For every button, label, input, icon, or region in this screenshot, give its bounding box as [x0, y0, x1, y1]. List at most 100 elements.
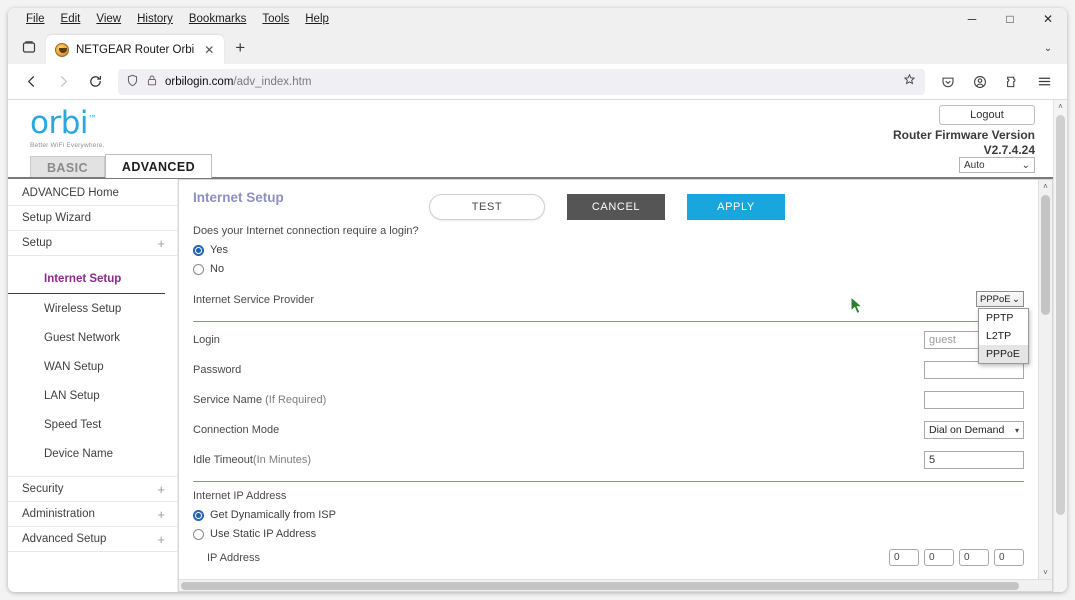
- isp-select[interactable]: PPPoE ⌄: [976, 291, 1024, 307]
- isp-option-pppoe[interactable]: PPPoE: [979, 345, 1028, 363]
- internet-ip-static[interactable]: Use Static IP Address: [193, 528, 1024, 540]
- shield-icon[interactable]: [126, 74, 139, 90]
- menu-help[interactable]: Help: [297, 11, 337, 27]
- idle-timeout-input[interactable]: 5: [924, 451, 1024, 469]
- sidebar-item-lan-setup[interactable]: LAN Setup: [8, 381, 177, 410]
- reload-button[interactable]: [80, 68, 110, 96]
- lock-icon[interactable]: [146, 74, 158, 90]
- app-menu-icon[interactable]: [1029, 68, 1059, 96]
- login-required-section: Does your Internet connection require a …: [193, 225, 1024, 275]
- sidebar: ADVANCED Home Setup Wizard Setup + Inter…: [8, 179, 178, 592]
- sidebar-item-label: Administration: [22, 508, 95, 520]
- firefox-view-icon[interactable]: [14, 33, 44, 61]
- maximize-button[interactable]: □: [991, 8, 1029, 30]
- language-select[interactable]: Auto ⌄: [959, 157, 1035, 173]
- login-required-no[interactable]: No: [193, 263, 1024, 275]
- radio-icon[interactable]: [193, 528, 204, 540]
- back-button[interactable]: [16, 68, 46, 96]
- scroll-down-arrow-icon[interactable]: ˅: [1039, 566, 1052, 579]
- tab-advanced[interactable]: ADVANCED: [104, 154, 213, 178]
- ip-octet-4[interactable]: 0: [994, 549, 1024, 566]
- sidebar-item-internet-setup[interactable]: Internet Setup: [8, 265, 165, 294]
- isp-select-wrap: PPPoE ⌄ PPTP L2TP PPPoE: [976, 291, 1029, 364]
- connection-mode-label: Connection Mode: [193, 424, 280, 436]
- toolbar-icon-group: [933, 68, 1059, 96]
- radio-label: Yes: [210, 244, 228, 256]
- sidebar-item-administration[interactable]: Administration +: [8, 502, 177, 527]
- page-vertical-scrollbar[interactable]: ˄: [1053, 100, 1067, 592]
- apply-button[interactable]: APPLY: [687, 194, 785, 220]
- bookmark-star-icon[interactable]: [903, 73, 916, 89]
- radio-icon[interactable]: [193, 263, 204, 275]
- service-name-input[interactable]: [924, 391, 1024, 409]
- service-name-label-main: Service Name: [193, 394, 266, 406]
- content-vertical-scrollbar[interactable]: ˄ ˅: [1038, 180, 1052, 579]
- sidebar-item-setup[interactable]: Setup +: [8, 231, 177, 256]
- language-select-value: Auto: [964, 159, 985, 171]
- tab-close-icon[interactable]: ✕: [201, 42, 217, 58]
- connection-mode-wrap: Dial on Demand ▾: [924, 421, 1024, 439]
- content-horizontal-scrollbar[interactable]: [179, 579, 1052, 591]
- chevron-down-icon: ⌄: [1021, 159, 1030, 171]
- password-label: Password: [193, 364, 242, 376]
- content-frame: Internet Setup TEST CANCEL APPLY Does yo…: [178, 179, 1053, 592]
- isp-option-l2tp[interactable]: L2TP: [979, 327, 1028, 345]
- radio-label: No: [210, 263, 225, 275]
- internet-setup-form: Internet Setup TEST CANCEL APPLY Does yo…: [179, 180, 1038, 579]
- menu-file[interactable]: File: [18, 11, 53, 27]
- ip-octet-2[interactable]: 0: [924, 549, 954, 566]
- menu-tools[interactable]: Tools: [254, 11, 297, 27]
- menu-view[interactable]: View: [88, 11, 129, 27]
- scrollbar-thumb[interactable]: [1056, 115, 1065, 515]
- sidebar-item-wireless-setup[interactable]: Wireless Setup: [8, 294, 177, 323]
- pocket-icon[interactable]: [933, 68, 963, 96]
- connection-mode-select[interactable]: Dial on Demand ▾: [924, 421, 1024, 439]
- chevron-down-icon: ▾: [1014, 425, 1019, 435]
- scroll-up-arrow-icon[interactable]: ˄: [1039, 180, 1052, 193]
- tab-basic[interactable]: BASIC: [30, 156, 105, 178]
- browser-tab[interactable]: NETGEAR Router Orbi ✕: [46, 35, 225, 64]
- action-button-row: TEST CANCEL APPLY: [429, 194, 785, 220]
- idle-timeout-label-main: Idle Timeout: [193, 454, 253, 466]
- ip-octet-3[interactable]: 0: [959, 549, 989, 566]
- sidebar-item-guest-network[interactable]: Guest Network: [8, 323, 177, 352]
- minimize-button[interactable]: ─: [953, 8, 991, 30]
- test-button[interactable]: TEST: [429, 194, 545, 220]
- menu-edit[interactable]: Edit: [53, 11, 89, 27]
- radio-icon[interactable]: [193, 244, 204, 256]
- logout-button[interactable]: Logout: [939, 105, 1035, 125]
- forward-button[interactable]: [48, 68, 78, 96]
- sidebar-item-device-name[interactable]: Device Name: [8, 439, 177, 468]
- radio-icon[interactable]: [193, 509, 204, 521]
- orbi-logo-text: orbi™: [30, 108, 105, 139]
- close-button[interactable]: ✕: [1029, 8, 1067, 30]
- sidebar-item-setup-wizard[interactable]: Setup Wizard: [8, 206, 177, 231]
- service-name-label-sub: (If Required): [265, 394, 327, 406]
- cancel-button[interactable]: CANCEL: [567, 194, 665, 220]
- menu-bookmarks[interactable]: Bookmarks: [181, 11, 255, 27]
- menu-history[interactable]: History: [129, 11, 181, 27]
- sidebar-item-security[interactable]: Security +: [8, 477, 177, 502]
- login-required-yes[interactable]: Yes: [193, 244, 1024, 256]
- internet-ip-dynamic[interactable]: Get Dynamically from ISP: [193, 509, 1024, 521]
- list-all-tabs-icon[interactable]: ⌄: [1035, 36, 1061, 60]
- scrollbar-thumb[interactable]: [1041, 195, 1050, 315]
- account-icon[interactable]: [965, 68, 995, 96]
- service-name-label: Service Name (If Required): [193, 394, 326, 406]
- extensions-icon[interactable]: [997, 68, 1027, 96]
- sidebar-item-wan-setup[interactable]: WAN Setup: [8, 352, 177, 381]
- tab-title: NETGEAR Router Orbi: [76, 43, 195, 56]
- menu-bar: File Edit View History Bookmarks Tools H…: [8, 8, 1067, 30]
- firmware-version-block: Router Firmware Version V2.7.4.24: [893, 128, 1035, 158]
- ip-octet-1[interactable]: 0: [889, 549, 919, 566]
- new-tab-button[interactable]: +: [226, 34, 254, 62]
- sidebar-item-speed-test[interactable]: Speed Test: [8, 410, 177, 439]
- sidebar-item-advanced-setup[interactable]: Advanced Setup +: [8, 527, 177, 552]
- idle-timeout-label-sub: (In Minutes): [252, 454, 311, 466]
- radio-label: Get Dynamically from ISP: [210, 509, 336, 521]
- address-bar[interactable]: orbilogin.com/adv_index.htm: [118, 68, 925, 95]
- scroll-up-arrow-icon[interactable]: ˄: [1054, 100, 1067, 113]
- scrollbar-thumb-horizontal[interactable]: [181, 582, 1020, 590]
- isp-option-pptp[interactable]: PPTP: [979, 309, 1028, 327]
- sidebar-item-advanced-home[interactable]: ADVANCED Home: [8, 181, 177, 206]
